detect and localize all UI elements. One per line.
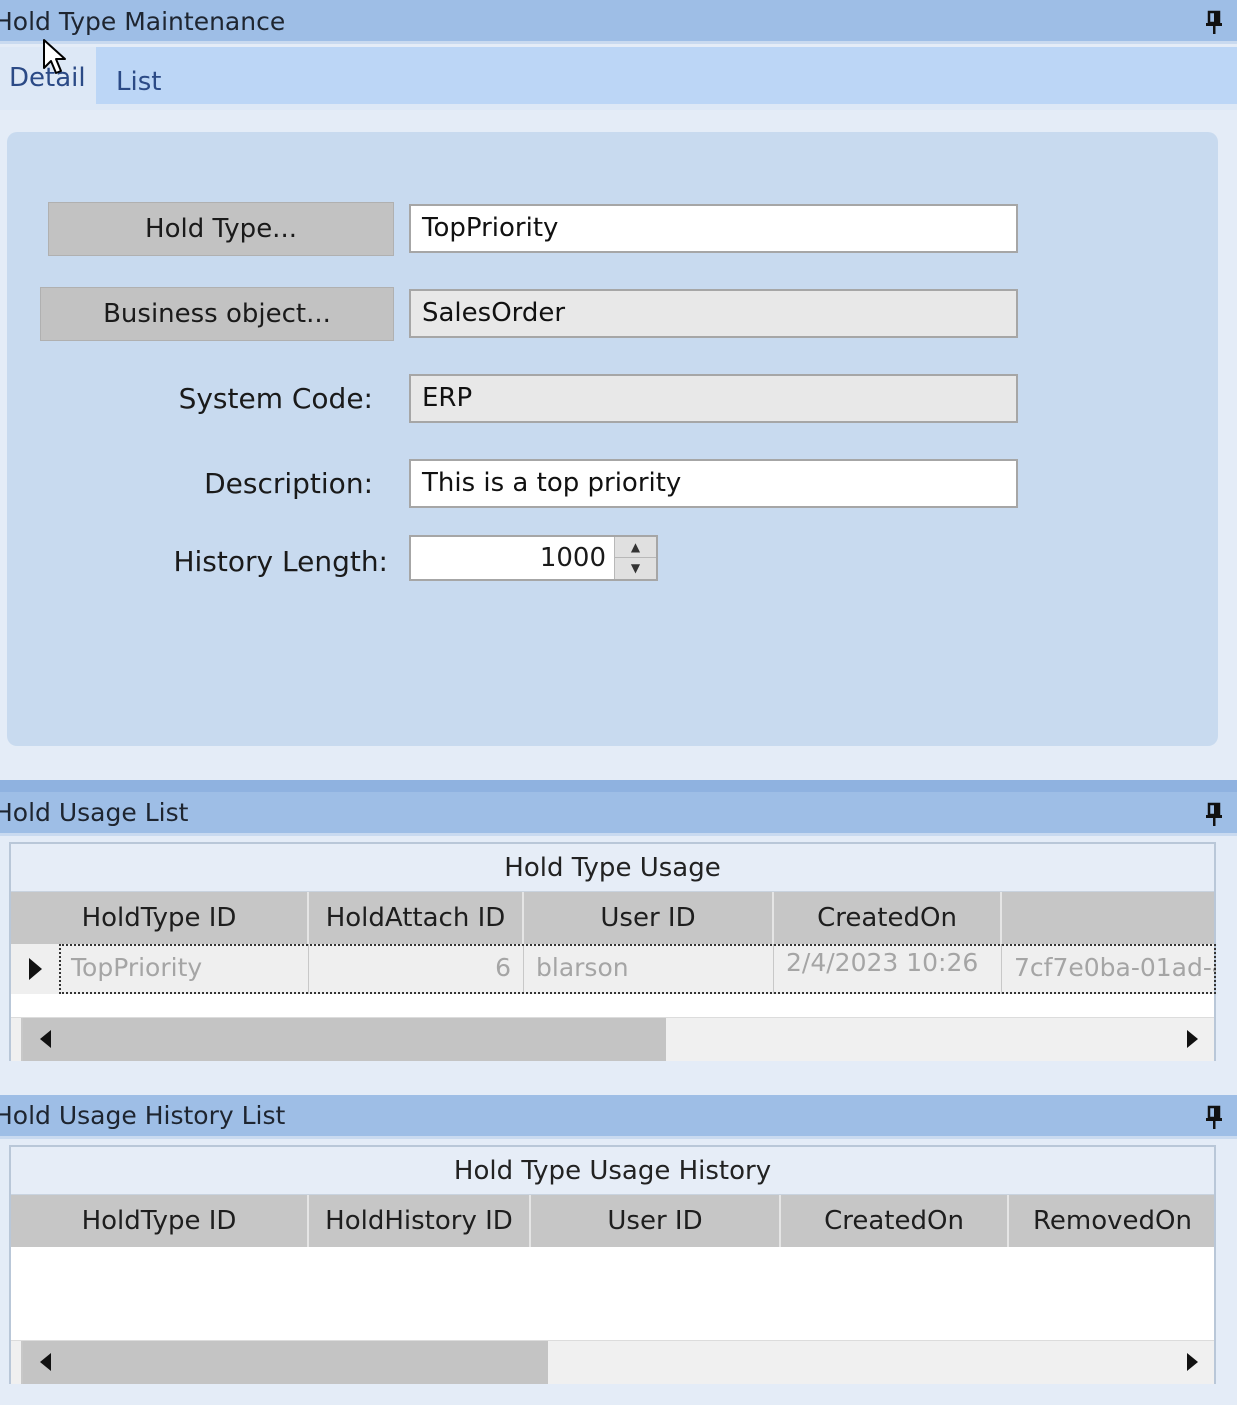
column-header-createdon[interactable]: CreatedOn [774, 892, 1002, 944]
scroll-left-icon[interactable] [40, 1353, 51, 1371]
cell-user-id[interactable]: blarson [524, 944, 774, 994]
cell-holdtype-id[interactable]: TopPriority [59, 944, 309, 994]
scroll-right-icon[interactable] [1187, 1030, 1198, 1048]
system-code-label: System Code: [178, 382, 373, 415]
cell-createdon[interactable]: 2/4/2023 10:26 [774, 944, 1002, 994]
pin-icon[interactable] [1205, 9, 1223, 35]
scrollbar-left-cap [11, 1341, 23, 1384]
stepper-buttons: ▲ ▼ [614, 537, 656, 579]
grid-header-row: HoldType ID HoldHistory ID User ID Creat… [11, 1195, 1214, 1247]
hold-type-field[interactable]: TopPriority [409, 204, 1018, 253]
history-length-stepper[interactable]: 1000 ▲ ▼ [409, 535, 658, 581]
column-header-holdtype-id[interactable]: HoldType ID [11, 892, 309, 944]
hold-type-usage-history-grid: Hold Type Usage History HoldType ID Hold… [9, 1145, 1216, 1384]
description-field[interactable]: This is a top priority [409, 459, 1018, 508]
grid-caption: Hold Type Usage [11, 844, 1214, 892]
column-header-createdon[interactable]: CreatedOn [781, 1195, 1009, 1247]
pin-icon[interactable] [1205, 801, 1223, 827]
cell-holdattach-id[interactable]: 6 [309, 944, 524, 994]
column-header-extra[interactable] [1002, 892, 1216, 944]
table-row[interactable]: TopPriority 6 blarson 2/4/2023 10:26 7cf… [11, 944, 1216, 994]
column-header-holdtype-id[interactable]: HoldType ID [11, 1195, 309, 1247]
scroll-right-icon[interactable] [1187, 1353, 1198, 1371]
column-header-holdattach-id[interactable]: HoldAttach ID [309, 892, 524, 944]
tab-list[interactable]: List [116, 47, 161, 110]
pin-icon[interactable] [1205, 1104, 1223, 1130]
system-code-field[interactable]: ERP [409, 374, 1018, 423]
scrollbar-thumb[interactable] [11, 1018, 666, 1061]
maintenance-panel-title: Hold Type Maintenance [0, 7, 286, 36]
column-header-holdhistory-id[interactable]: HoldHistory ID [309, 1195, 531, 1247]
history-panel-title: Hold Usage History List [0, 1101, 286, 1130]
description-label: Description: [204, 467, 373, 500]
history-length-value[interactable]: 1000 [540, 537, 606, 579]
tab-strip: Detail List [0, 47, 1237, 110]
row-selector[interactable] [11, 944, 59, 994]
current-row-arrow-icon [29, 958, 42, 980]
column-header-user-id[interactable]: User ID [531, 1195, 781, 1247]
mouse-cursor-icon [43, 39, 66, 74]
horizontal-scrollbar[interactable] [11, 1340, 1214, 1384]
scrollbar-thumb[interactable] [11, 1341, 548, 1384]
usage-panel-title: Hold Usage List [0, 798, 189, 827]
scroll-left-icon[interactable] [40, 1030, 51, 1048]
cell-extra[interactable]: 7cf7e0ba-01ad-4 [1002, 944, 1216, 994]
history-panel-header: Hold Usage History List [0, 1095, 1237, 1139]
stepper-down-icon[interactable]: ▼ [615, 558, 656, 579]
history-length-label: History Length: [173, 545, 388, 578]
maintenance-panel-header: Hold Type Maintenance [0, 0, 1237, 44]
usage-panel-header: Hold Usage List [0, 792, 1237, 836]
hold-type-button[interactable]: Hold Type... [48, 202, 394, 256]
grid-header-row: HoldType ID HoldAttach ID User ID Create… [11, 892, 1214, 944]
grid-caption: Hold Type Usage History [11, 1147, 1214, 1195]
horizontal-scrollbar[interactable] [11, 1017, 1214, 1061]
column-header-removedon[interactable]: RemovedOn [1009, 1195, 1216, 1247]
business-object-button[interactable]: Business object... [40, 287, 394, 341]
column-header-user-id[interactable]: User ID [524, 892, 774, 944]
hold-type-usage-grid: Hold Type Usage HoldType ID HoldAttach I… [9, 842, 1216, 1061]
stepper-up-icon[interactable]: ▲ [615, 537, 656, 558]
business-object-field[interactable]: SalesOrder [409, 289, 1018, 338]
scrollbar-left-cap [11, 1018, 23, 1061]
